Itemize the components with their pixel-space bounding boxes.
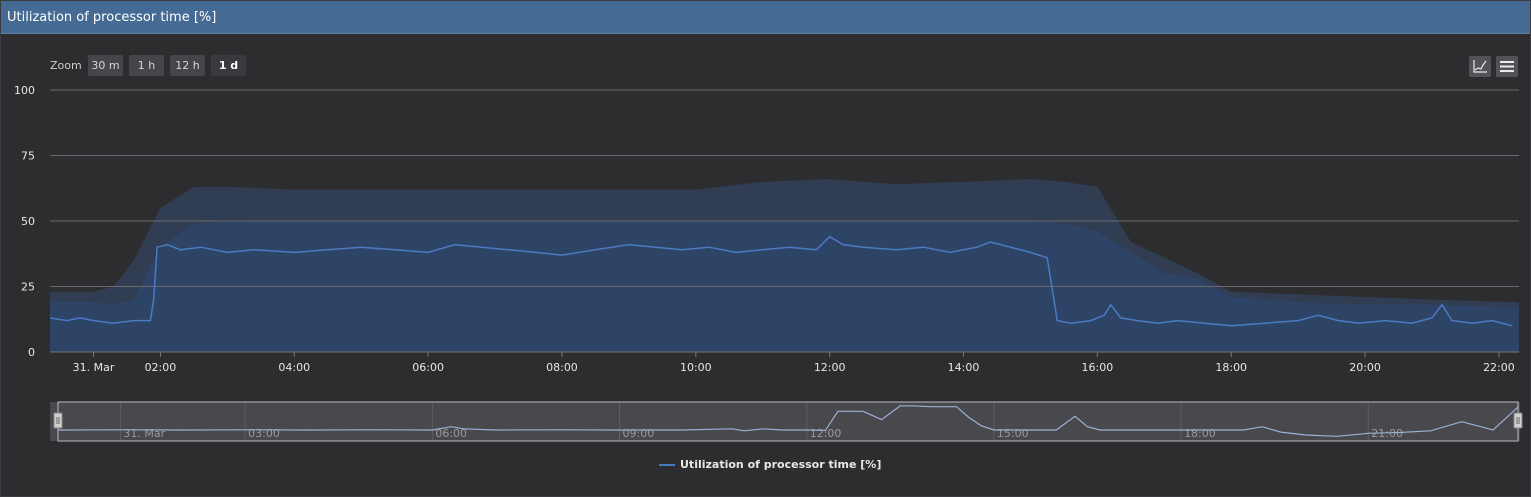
- chart-panel: Utilization of processor time [%] Zoom 3…: [0, 0, 1531, 497]
- legend-label: Utilization of processor time [%]: [680, 458, 882, 471]
- y-tick-label: 75: [21, 150, 35, 163]
- x-tick-label: 06:00: [412, 361, 444, 374]
- x-tick-label: 31. Mar: [73, 361, 115, 374]
- x-tick-label: 04:00: [278, 361, 310, 374]
- y-tick-label: 50: [21, 215, 35, 228]
- x-tick-label: 02:00: [145, 361, 177, 374]
- x-tick-label: 16:00: [1082, 361, 1114, 374]
- x-tick-label: 10:00: [680, 361, 712, 374]
- x-tick-label: 22:00: [1483, 361, 1515, 374]
- y-tick-label: 25: [21, 281, 35, 294]
- navigator-tick-label: 18:00: [1184, 427, 1216, 440]
- y-tick-label: 100: [14, 84, 35, 97]
- x-tick-label: 20:00: [1349, 361, 1381, 374]
- navigator-left-handle[interactable]: [53, 412, 63, 429]
- navigator-tick-label: 31. Mar: [123, 427, 165, 440]
- navigator-tick-label: 12:00: [810, 427, 842, 440]
- legend-series-marker: [659, 464, 675, 466]
- y-tick-label: 0: [28, 346, 35, 359]
- x-tick-label: 12:00: [814, 361, 846, 374]
- x-tick-label: 08:00: [546, 361, 578, 374]
- navigator-tick-label: 15:00: [997, 427, 1029, 440]
- x-tick-label: 18:00: [1215, 361, 1247, 374]
- x-tick-label: 14:00: [948, 361, 980, 374]
- navigator-tick-label: 09:00: [623, 427, 655, 440]
- navigator-tick-label: 03:00: [248, 427, 280, 440]
- utilization-chart[interactable]: 0 25 50 75 100 31. Mar 02:00 04:00 06:00 08:00 10:…: [1, 1, 1531, 451]
- navigator-right-handle[interactable]: [1513, 412, 1523, 429]
